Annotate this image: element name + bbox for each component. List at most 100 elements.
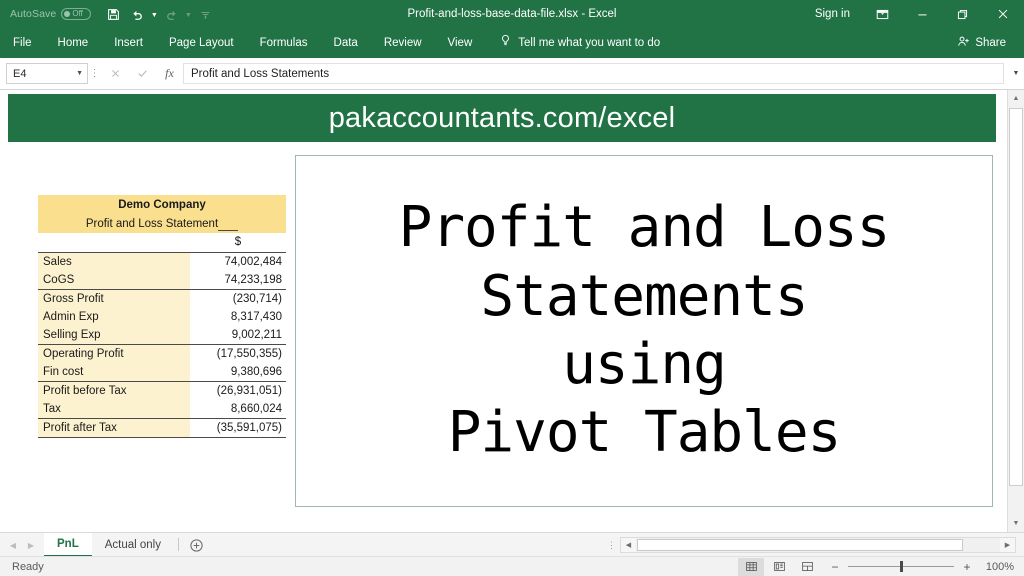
expand-formula-bar-icon[interactable]: ▼ bbox=[1008, 63, 1024, 84]
ribbon-tab-page-layout[interactable]: Page Layout bbox=[156, 28, 247, 58]
zoom-level-label[interactable]: 100% bbox=[980, 561, 1014, 573]
name-box[interactable]: E4 ▼ bbox=[6, 63, 88, 84]
pnl-row-label: CoGS bbox=[38, 270, 190, 289]
redo-dropdown-icon[interactable]: ▼ bbox=[183, 2, 193, 26]
normal-view-icon[interactable] bbox=[738, 557, 764, 576]
vertical-scrollbar[interactable]: ▲ ▼ bbox=[1007, 90, 1024, 532]
title-line-3: using bbox=[562, 332, 727, 397]
share-person-icon bbox=[957, 35, 970, 51]
name-box-dropdown-icon[interactable]: ▼ bbox=[76, 70, 83, 77]
sheet-tab-actual-only[interactable]: Actual only bbox=[92, 533, 174, 557]
worksheet-area[interactable]: pakaccountants.com/excel Demo Company Pr… bbox=[0, 90, 1024, 532]
table-row: Profit after Tax (35,591,075) bbox=[38, 418, 286, 438]
ribbon-display-options-icon[interactable] bbox=[862, 0, 902, 28]
autosave-state-label: Off bbox=[72, 9, 83, 18]
formula-input[interactable]: Profit and Loss Statements bbox=[183, 63, 1004, 84]
table-row: Sales 74,002,484 bbox=[38, 251, 286, 271]
autosave-knob-icon bbox=[64, 11, 71, 17]
formula-bar-grip[interactable]: ⋮ bbox=[88, 68, 102, 79]
restore-icon[interactable] bbox=[942, 0, 982, 28]
close-icon[interactable] bbox=[982, 0, 1024, 28]
formula-input-value: Profit and Loss Statements bbox=[191, 67, 330, 80]
scroll-up-icon[interactable]: ▲ bbox=[1008, 90, 1024, 107]
sign-in-button[interactable]: Sign in bbox=[803, 8, 862, 20]
lightbulb-icon bbox=[499, 34, 512, 52]
site-banner-text: pakaccountants.com/excel bbox=[328, 101, 676, 134]
sheet-tab-divider bbox=[178, 538, 179, 551]
page-break-view-icon[interactable] bbox=[794, 558, 820, 576]
ribbon-tab-data[interactable]: Data bbox=[321, 28, 371, 58]
ribbon-tab-file[interactable]: File bbox=[0, 28, 45, 58]
add-sheet-button[interactable] bbox=[183, 533, 209, 557]
title-line-2: Statements bbox=[480, 263, 808, 329]
horizontal-scroll-thumb[interactable] bbox=[637, 539, 963, 551]
pnl-row-label: Tax bbox=[38, 400, 190, 419]
tab-split-grip[interactable]: ⋮ bbox=[604, 533, 620, 557]
tell-me-search[interactable]: Tell me what you want to do bbox=[485, 34, 660, 52]
pnl-row-label: Profit after Tax bbox=[38, 418, 190, 438]
enter-icon[interactable] bbox=[129, 63, 156, 85]
sheet-tab-pnl[interactable]: PnL bbox=[44, 533, 92, 557]
zoom-control[interactable]: − + 100% bbox=[830, 560, 1014, 574]
pnl-row-value: 9,380,696 bbox=[190, 363, 286, 382]
autosave-switch[interactable]: Off bbox=[61, 8, 92, 20]
table-row: Tax 8,660,024 bbox=[38, 400, 286, 419]
pnl-company-name: Demo Company bbox=[38, 195, 286, 214]
autosave-toggle[interactable]: AutoSave Off bbox=[10, 8, 92, 20]
profit-and-loss-table: Demo Company Profit and Loss Statement $… bbox=[38, 195, 286, 438]
title-line-4: Pivot Tables bbox=[447, 400, 842, 466]
quick-access-toolbar: AutoSave Off ▼ ▼ bbox=[0, 0, 217, 28]
title-bar: AutoSave Off ▼ ▼ Profit-and-loss-base-da bbox=[0, 0, 1024, 28]
vertical-scroll-thumb[interactable] bbox=[1009, 108, 1023, 486]
scroll-right-icon[interactable]: ▶ bbox=[1000, 538, 1015, 552]
zoom-in-button[interactable]: + bbox=[962, 560, 972, 574]
pnl-row-value: 8,317,430 bbox=[190, 307, 286, 326]
scroll-left-icon[interactable]: ◀ bbox=[621, 538, 636, 552]
pnl-row-value: (26,931,051) bbox=[190, 381, 286, 400]
scroll-down-icon[interactable]: ▼ bbox=[1008, 515, 1024, 532]
insert-function-icon[interactable]: fx bbox=[156, 63, 183, 85]
title-line-1: Profit and Loss bbox=[398, 195, 891, 261]
title-text-box[interactable]: Profit and Loss Statements using Pivot T… bbox=[295, 155, 993, 507]
ribbon-tab-insert[interactable]: Insert bbox=[101, 28, 156, 58]
pnl-subtitle-cell: Profit and Loss Statement bbox=[38, 214, 286, 233]
pnl-subtitle-text: Profit and Loss Statement bbox=[85, 217, 219, 230]
undo-dropdown-icon[interactable]: ▼ bbox=[149, 2, 159, 26]
share-button[interactable]: Share bbox=[947, 31, 1016, 55]
zoom-slider[interactable] bbox=[848, 561, 954, 572]
pnl-data-rows: Sales 74,002,484 CoGS 74,233,198 Gross Profi… bbox=[38, 251, 286, 438]
pnl-row-label: Fin cost bbox=[38, 363, 190, 382]
sheet-prev-icon[interactable]: ◀ bbox=[4, 533, 22, 557]
ribbon-tab-view[interactable]: View bbox=[435, 28, 486, 58]
customize-qat-icon[interactable] bbox=[193, 2, 217, 26]
zoom-out-button[interactable]: − bbox=[830, 560, 840, 574]
pnl-row-value: (35,591,075) bbox=[190, 418, 286, 438]
pnl-currency-blank bbox=[38, 233, 190, 252]
ribbon-tab-review[interactable]: Review bbox=[371, 28, 435, 58]
pnl-company-row: Demo Company bbox=[38, 195, 286, 214]
save-icon[interactable] bbox=[101, 2, 125, 26]
formula-bar: E4 ▼ ⋮ fx Profit and Loss Statements ▼ bbox=[0, 58, 1024, 90]
sheet-tab-bar: ◀ ▶ PnL Actual only ⋮ ◀ ▶ bbox=[0, 532, 1024, 557]
formula-bar-buttons: fx bbox=[102, 63, 183, 85]
pnl-currency-header: $ bbox=[190, 233, 286, 252]
zoom-slider-knob[interactable] bbox=[900, 561, 903, 572]
sheet-next-icon[interactable]: ▶ bbox=[22, 533, 40, 557]
status-bar: Ready − + 100% bbox=[0, 556, 1024, 576]
pnl-row-value: 9,002,211 bbox=[190, 326, 286, 345]
ribbon-tab-strip: File Home Insert Page Layout Formulas Da… bbox=[0, 28, 1024, 58]
tell-me-label: Tell me what you want to do bbox=[518, 37, 661, 49]
pnl-subtitle-row: Profit and Loss Statement bbox=[38, 214, 286, 233]
undo-icon[interactable] bbox=[125, 2, 149, 26]
table-row: Profit before Tax (26,931,051) bbox=[38, 381, 286, 400]
pnl-table-body: Demo Company Profit and Loss Statement $ bbox=[38, 195, 286, 252]
horizontal-scrollbar[interactable]: ◀ ▶ bbox=[620, 537, 1016, 553]
status-text: Ready bbox=[12, 560, 44, 573]
ribbon-tab-formulas[interactable]: Formulas bbox=[247, 28, 321, 58]
pnl-subtitle-rule bbox=[218, 217, 239, 231]
cancel-icon[interactable] bbox=[102, 63, 129, 85]
page-layout-view-icon[interactable] bbox=[766, 558, 792, 576]
redo-icon[interactable] bbox=[159, 2, 183, 26]
minimize-icon[interactable] bbox=[902, 0, 942, 28]
ribbon-tab-home[interactable]: Home bbox=[45, 28, 102, 58]
